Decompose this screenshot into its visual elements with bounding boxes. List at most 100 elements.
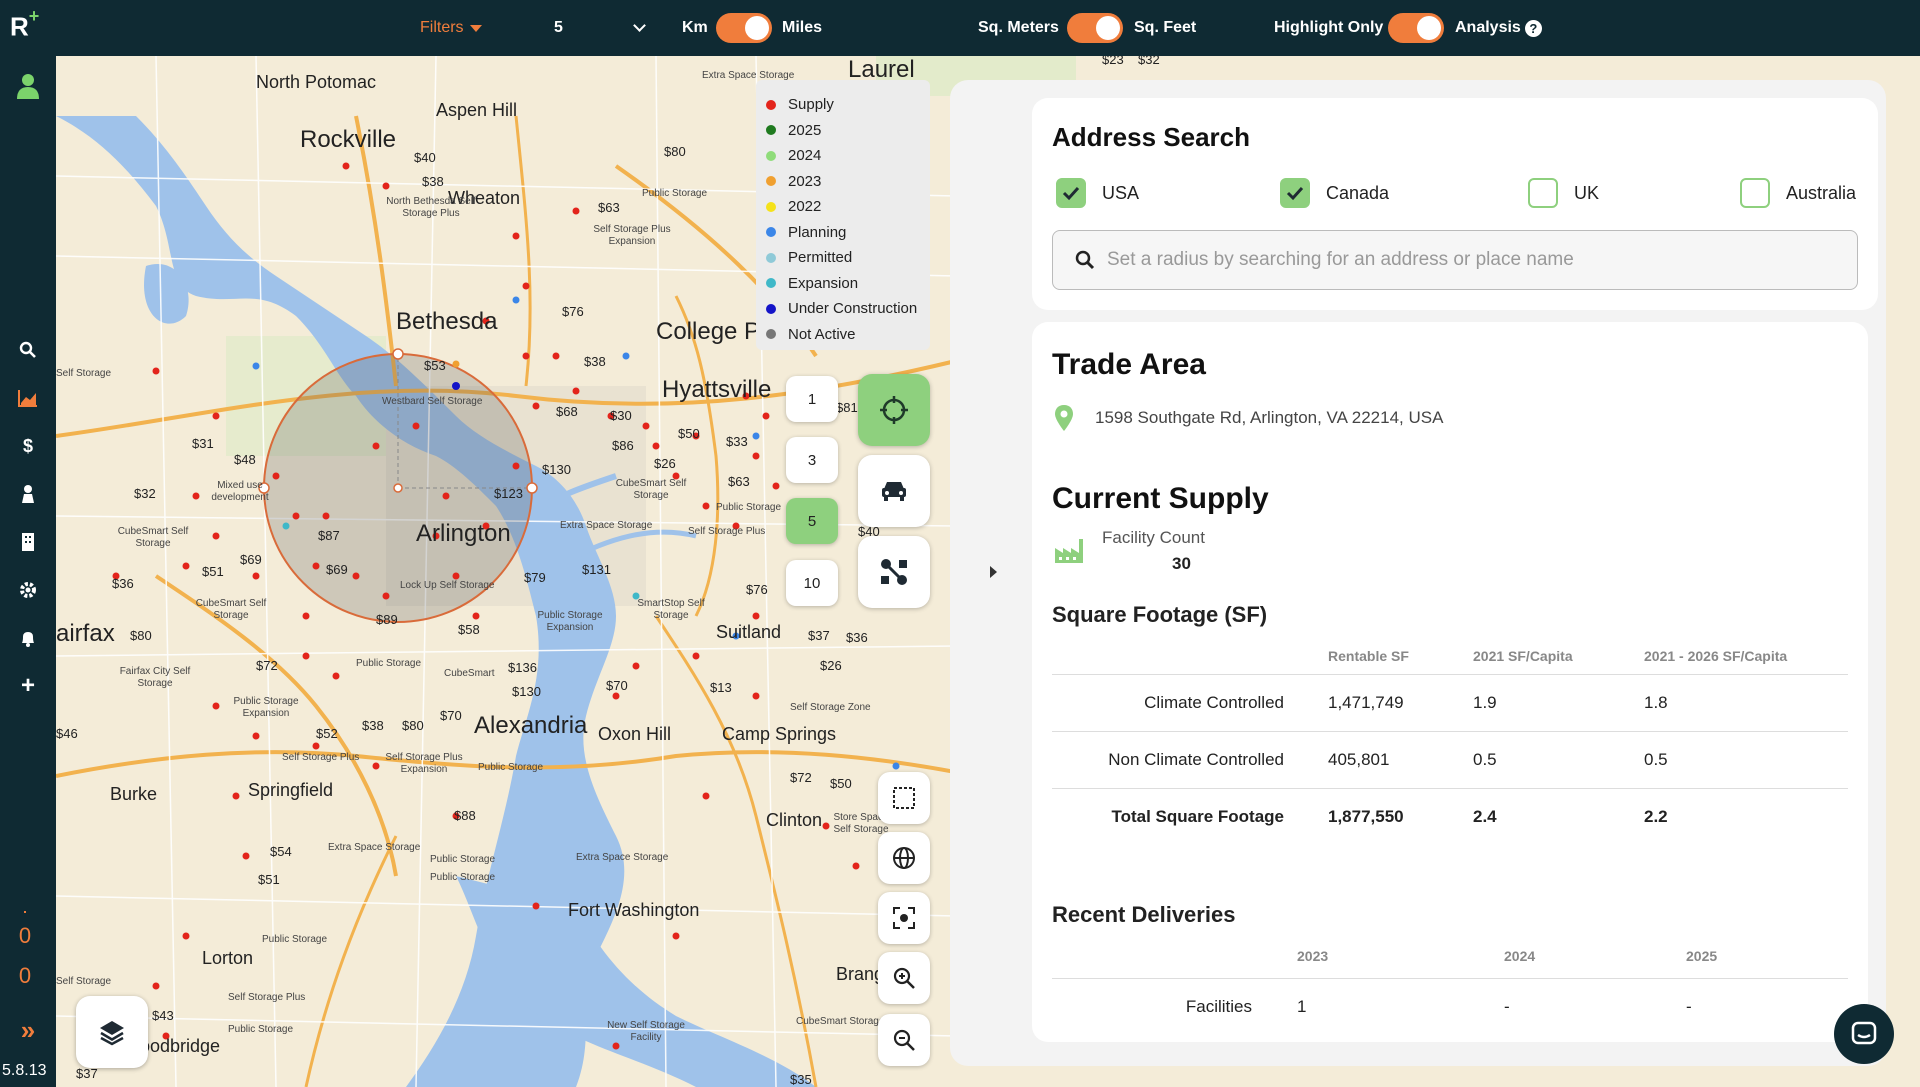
globe-button[interactable] <box>878 832 930 884</box>
map-pin-icon <box>1055 405 1073 431</box>
map-price-label: $70 <box>606 678 628 693</box>
car-icon <box>882 482 906 501</box>
map-price-label: $80 <box>402 718 424 733</box>
map-price-label: $40 <box>414 150 436 165</box>
map-price-label: $52 <box>316 726 338 741</box>
layers-button[interactable] <box>76 996 148 1068</box>
filters-label: Filters <box>420 19 464 36</box>
radius-option-3[interactable]: 3 <box>786 437 838 483</box>
address-search-input[interactable] <box>1107 249 1807 271</box>
map-facility-label: Extra Space Storage <box>560 520 653 531</box>
map-facility-label: Self Storage <box>56 976 112 987</box>
map-price-label: $80 <box>130 628 152 643</box>
map-facility-label: Self Storage Plus <box>282 752 360 763</box>
map-label-city: Rockville <box>300 126 397 153</box>
select-area-button[interactable] <box>878 772 930 824</box>
app-logo[interactable]: R+ <box>10 6 39 43</box>
country-checkbox-uk[interactable]: UK <box>1528 178 1599 208</box>
zoom-in-button[interactable] <box>878 952 930 1004</box>
map-price-label: $69 <box>326 562 348 577</box>
radius-select[interactable]: 5 <box>554 0 646 56</box>
map-price-label: $70 <box>440 708 462 723</box>
map-facility-label: Fairfax City Self Storage <box>119 666 191 689</box>
legend-dot <box>766 252 776 263</box>
map-label-town: Lorton <box>202 948 254 968</box>
filters-dropdown[interactable]: Filters <box>420 0 482 56</box>
highlight-analysis-toggle[interactable] <box>1388 13 1444 43</box>
map-price-label: $53 <box>424 358 446 373</box>
map-price-label: $37 <box>76 1066 98 1081</box>
country-checkbox-canada[interactable]: Canada <box>1280 178 1389 208</box>
table-row: Total Square Footage 1,877,550 2.4 2.2 <box>1052 788 1848 845</box>
map-facility-label: Public Storage <box>262 934 328 945</box>
country-checkbox-usa[interactable]: USA <box>1056 178 1139 208</box>
km-miles-toggle[interactable] <box>716 13 772 43</box>
map-price-label: $87 <box>318 528 340 543</box>
sidebar: $ + 0 0 » <box>0 56 56 1087</box>
crosshair-radius-button[interactable] <box>858 374 930 446</box>
map-price-label: $32 <box>134 486 156 501</box>
select-area-icon <box>893 787 915 809</box>
country-checkbox-australia[interactable]: Australia <box>1740 178 1856 208</box>
map-facility-label: Public Storage <box>356 658 422 669</box>
map-price-label: $63 <box>598 200 620 215</box>
legend-dot <box>766 201 776 212</box>
map-facility-label: CubeSmart Storage <box>796 1016 885 1027</box>
map-price-label: $130 <box>512 684 541 699</box>
legend-dot <box>766 278 776 289</box>
map-price-label: $89 <box>376 612 398 627</box>
collapse-panel-icon[interactable] <box>990 566 997 578</box>
chat-icon <box>1851 1021 1877 1045</box>
trade-area-address: 1598 Southgate Rd, Arlington, VA 22214, … <box>1095 408 1444 427</box>
map-price-label: $37 <box>808 628 830 643</box>
map-facility-label: Public Storage <box>430 854 496 865</box>
legend-dot <box>766 125 776 136</box>
legend-item: 2023 <box>766 169 920 195</box>
map-price-label: $35 <box>790 1072 812 1087</box>
map-facility-label: Extra Space Storage <box>328 842 421 853</box>
drive-time-button[interactable] <box>858 455 930 527</box>
map-price-label: $72 <box>790 770 812 785</box>
km-label: Km <box>682 19 708 36</box>
checkbox-unchecked-icon <box>1740 178 1770 208</box>
search-icon[interactable] <box>14 336 42 364</box>
building-icon[interactable] <box>14 528 42 556</box>
legend-item: 2024 <box>766 143 920 169</box>
plus-icon[interactable]: + <box>14 672 42 700</box>
sqm-sqft-toggle[interactable] <box>1067 13 1123 43</box>
map-facility-label: CubeSmart Self Storage <box>117 526 189 549</box>
map-price-label: $58 <box>458 622 480 637</box>
user-icon[interactable] <box>14 72 42 100</box>
map-facility-label: Self Storage Plus Expansion <box>385 752 463 775</box>
radius-select-value: 5 <box>554 19 563 36</box>
address-search-card: Address Search USA Canada UK Australia <box>1032 98 1878 310</box>
map-price-label: $48 <box>234 452 256 467</box>
facility-count-label: Facility Count <box>1102 528 1205 547</box>
gear-icon[interactable] <box>14 576 42 604</box>
person-icon[interactable] <box>14 480 42 508</box>
dollar-icon[interactable]: $ <box>14 432 42 460</box>
expand-sidebar-icon[interactable]: » <box>14 1015 42 1045</box>
map-price-label: $13 <box>710 680 732 695</box>
map-price-label: $50 <box>678 426 700 441</box>
zoom-out-button[interactable] <box>878 1014 930 1066</box>
address-search-title: Address Search <box>1052 122 1250 152</box>
map-price-label: $79 <box>524 570 546 585</box>
radius-option-5[interactable]: 5 <box>786 498 838 544</box>
bell-icon[interactable] <box>14 624 42 652</box>
map-label-town: Springfield <box>248 780 334 800</box>
legend-dot <box>766 99 776 110</box>
focus-button[interactable] <box>878 892 930 944</box>
address-search-box[interactable] <box>1052 230 1858 290</box>
chart-icon[interactable] <box>14 384 42 412</box>
chat-button[interactable] <box>1834 1004 1894 1064</box>
focus-icon <box>893 907 915 929</box>
map-facility-label: Public Storage <box>716 502 782 513</box>
factory-icon <box>1055 539 1083 563</box>
radius-option-1[interactable]: 1 <box>786 376 838 422</box>
radius-option-10[interactable]: 10 <box>786 560 838 606</box>
legend-item: Not Active <box>766 322 920 348</box>
legend-item: 2022 <box>766 194 920 220</box>
route-button[interactable] <box>858 536 930 608</box>
help-icon[interactable]: ? <box>1524 19 1542 37</box>
